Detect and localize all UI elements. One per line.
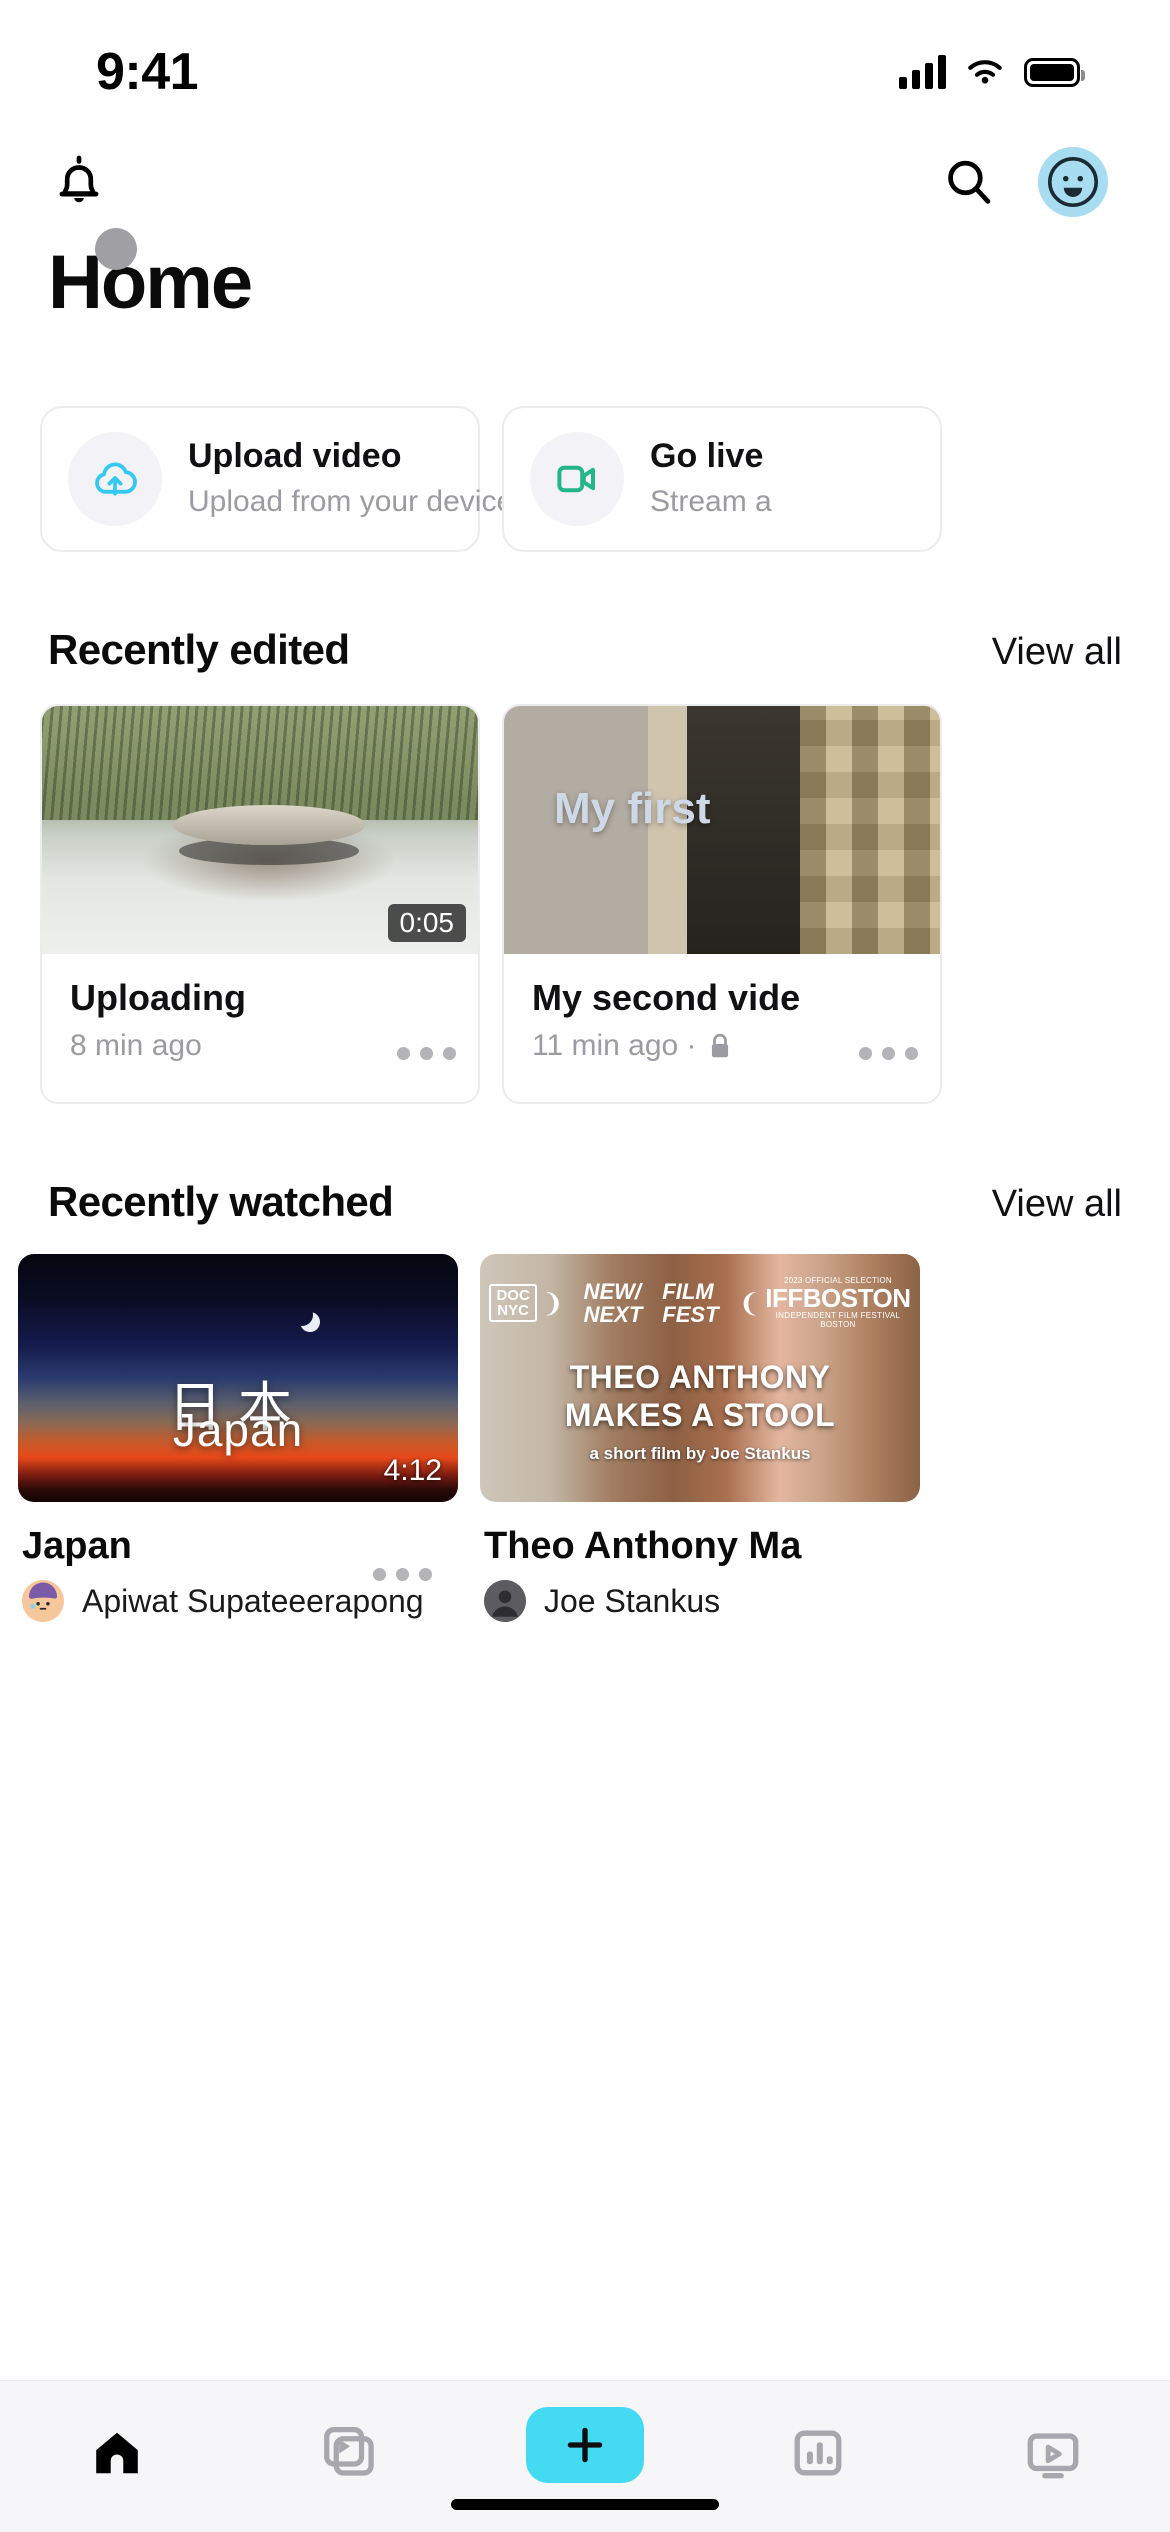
tab-analytics[interactable] (758, 2407, 878, 2499)
edited-card-meta: 8 min ago (70, 1026, 450, 1066)
recently-edited-header: Recently edited View all (0, 626, 1170, 674)
lock-icon (711, 1033, 728, 1058)
bar-chart-icon (794, 2430, 842, 2476)
search-icon[interactable] (938, 151, 1000, 213)
page-title: Home (48, 240, 253, 325)
duration-badge: 0:05 (387, 904, 466, 942)
recently-edited-title: Recently edited (48, 626, 350, 673)
laurel-leaf-left-icon: ❨ (738, 1287, 761, 1318)
watched-card-channel-name: Apiwat Supateeerapong (82, 1582, 424, 1619)
video-thumbnail[interactable]: 日本 Japan 4:12 (18, 1254, 458, 1502)
app-bar (0, 130, 1170, 234)
go-live-card[interactable]: Go live Stream a (502, 406, 942, 552)
wifi-icon (968, 60, 1002, 84)
tab-bar (0, 2380, 1170, 2532)
cloud-upload-icon (68, 432, 162, 526)
video-camera-icon (530, 432, 624, 526)
laurel-iffboston-sub: INDEPENDENT FILM FESTIVAL BOSTON (775, 1311, 901, 1329)
edited-card-title: My second vide (532, 977, 801, 1018)
avatar-smiley-icon (1047, 156, 1099, 208)
status-bar-time: 9:41 (96, 43, 199, 101)
edited-card-body: Uploading 8 min ago (42, 954, 478, 1102)
video-thumbnail[interactable]: ❨ DOC NYC ❩ NEW/ NEXT FILM FEST ❨ 2023 O… (480, 1254, 920, 1502)
avatar-joe-icon (484, 1580, 526, 1622)
recently-watched-row[interactable]: 日本 Japan 4:12 Japan Apiwat Supateeerapon… (0, 1226, 1170, 1622)
video-stack-icon (323, 2427, 374, 2476)
bell-icon[interactable] (48, 151, 110, 213)
watched-card-channel[interactable]: Apiwat Supateeerapong (22, 1580, 454, 1622)
home-icon (96, 2432, 138, 2474)
laurel-filmfest-label: FILM FEST (662, 1278, 719, 1327)
status-bar-indicators (899, 55, 1085, 89)
quick-actions-row[interactable]: Upload video Upload from your device Go … (0, 352, 1170, 552)
poster-subtitle: a short film by Joe Stankus (589, 1444, 811, 1463)
laurel-iffboston: ❨ 2023 OFFICIAL SELECTION IFFBOSTON INDE… (739, 1276, 921, 1329)
watched-card-channel[interactable]: Joe Stankus (484, 1580, 916, 1622)
recently-edited-view-all[interactable]: View all (992, 631, 1122, 674)
poster-title: THEO ANTHONY MAKES A STOOL (480, 1358, 920, 1434)
video-thumbnail[interactable]: 0:05 (42, 706, 478, 954)
laurel-docnyc-label: DOC NYC (489, 1283, 537, 1322)
upload-video-title: Upload video (188, 437, 402, 475)
go-live-title: Go live (650, 437, 764, 475)
tab-videos[interactable] (292, 2407, 412, 2499)
more-options-icon[interactable] (859, 1047, 918, 1060)
go-live-text: Go live Stream a (650, 435, 772, 523)
festival-laurels: ❨ DOC NYC ❩ NEW/ NEXT FILM FEST ❨ 2023 O… (480, 1276, 920, 1329)
edited-card[interactable]: 0:05 Uploading 8 min ago (40, 704, 480, 1104)
recently-watched-view-all[interactable]: View all (992, 1183, 1122, 1226)
laurel-iffboston-text: 2023 OFFICIAL SELECTION IFFBOSTON INDEPE… (765, 1276, 911, 1329)
battery-full-icon (1024, 57, 1085, 87)
avatar-apiwat-icon (22, 1580, 64, 1622)
watched-card-title: Japan (22, 1525, 132, 1567)
create-button[interactable] (525, 2407, 644, 2483)
edited-card[interactable]: My first My second vide 11 min ago · (502, 704, 942, 1104)
avatar[interactable] (1038, 147, 1108, 217)
recently-watched-header: Recently watched View all (0, 1178, 1170, 1226)
edited-card-title: Uploading (70, 977, 246, 1018)
laurel-leaf-right-icon: ❩ (541, 1287, 564, 1318)
recently-watched-title: Recently watched (48, 1178, 394, 1225)
upload-video-card[interactable]: Upload video Upload from your device (40, 406, 514, 552)
laurel-leaf-left-icon: ❨ (480, 1290, 484, 1316)
watched-card-title: Theo Anthony Ma (484, 1525, 802, 1567)
thumbnail-overlay-text: My first (554, 784, 711, 833)
moon-icon (291, 1304, 313, 1326)
video-thumbnail[interactable]: My first (504, 706, 940, 954)
tab-home[interactable] (57, 2407, 177, 2499)
upload-video-text: Upload video Upload from your device (188, 435, 514, 523)
watched-card-body: Japan Apiwat Supateeerapong (18, 1502, 458, 1622)
edited-card-time: 8 min ago (70, 1029, 202, 1062)
poster-title-line1: THEO ANTHONY (569, 1359, 831, 1395)
app-bar-actions (938, 147, 1108, 217)
recently-edited-row[interactable]: 0:05 Uploading 8 min ago My first My sec… (0, 674, 1170, 1104)
thumbnail-latin-text: Japan (172, 1403, 304, 1456)
laurel-leaf-right-icon: ❩ (916, 1290, 920, 1316)
cellular-bars-icon (899, 55, 946, 89)
edited-card-time: 11 min ago · (532, 1029, 697, 1062)
laurel-newnext-label: NEW/ NEXT (583, 1278, 643, 1327)
edited-card-body: My second vide 11 min ago · (504, 954, 940, 1102)
watched-card-channel-name: Joe Stankus (544, 1582, 721, 1619)
upload-video-subtitle: Upload from your device (188, 485, 514, 518)
watched-card[interactable]: ❨ DOC NYC ❩ NEW/ NEXT FILM FEST ❨ 2023 O… (480, 1254, 920, 1622)
edited-card-meta: 11 min ago · (532, 1026, 912, 1066)
status-bar: 9:41 (0, 0, 1170, 130)
monitor-play-icon (1027, 2433, 1079, 2479)
page-title-area: Home (0, 228, 1170, 352)
tab-tv[interactable] (993, 2407, 1113, 2499)
watched-card-body: Theo Anthony Ma Joe Stankus (480, 1502, 920, 1622)
laurel-docnyc: ❨ DOC NYC ❩ (480, 1283, 564, 1322)
go-live-subtitle: Stream a (650, 485, 772, 518)
more-options-icon[interactable] (373, 1568, 432, 1581)
watched-card[interactable]: 日本 Japan 4:12 Japan Apiwat Supateeerapon… (18, 1254, 458, 1622)
plus-icon (567, 2427, 603, 2463)
more-options-icon[interactable] (397, 1047, 456, 1060)
poster-title-line2: MAKES A STOOL (564, 1397, 836, 1433)
laurel-iffboston-name: IFFBOSTON (765, 1283, 911, 1313)
home-indicator (451, 2499, 719, 2510)
duration-label: 4:12 (383, 1454, 442, 1487)
title-status-dot (95, 228, 137, 270)
